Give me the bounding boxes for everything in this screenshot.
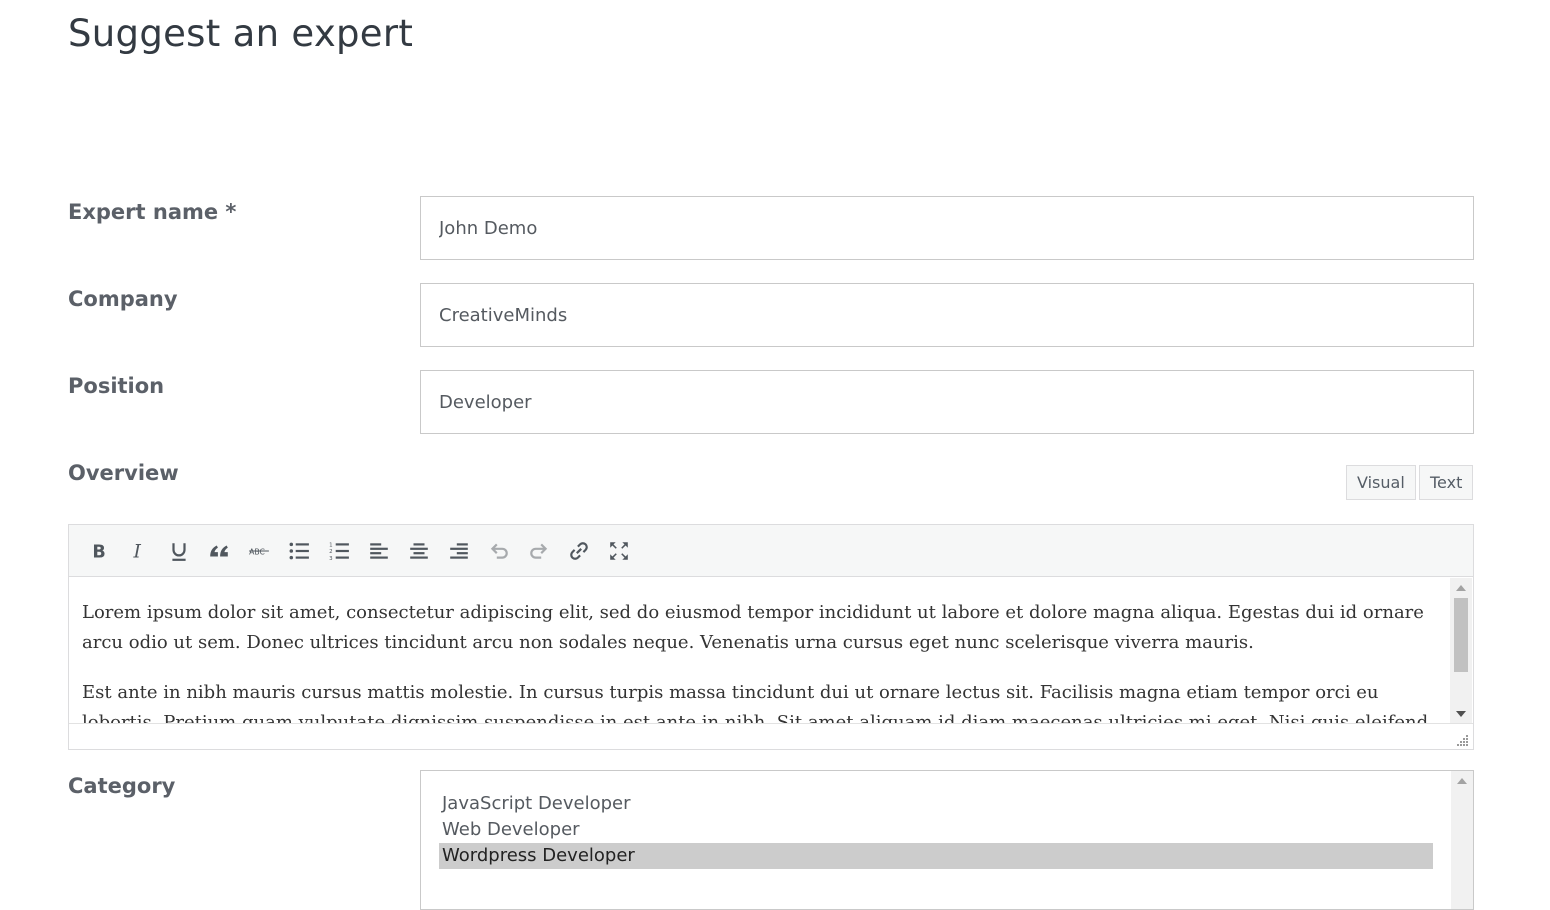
category-option[interactable]: Web Developer — [439, 817, 1433, 843]
undo-icon[interactable] — [479, 531, 519, 571]
underline-icon[interactable] — [159, 531, 199, 571]
scrollbar-thumb[interactable] — [1454, 598, 1468, 672]
overview-paragraph: Lorem ipsum dolor sit amet, consectetur … — [82, 602, 1424, 653]
category-label: Category — [68, 774, 176, 798]
editor-content[interactable]: Lorem ipsum dolor sit amet, consectetur … — [69, 578, 1451, 724]
scroll-up-icon[interactable] — [1456, 585, 1466, 591]
tab-text[interactable]: Text — [1419, 465, 1474, 500]
svg-text:B: B — [92, 542, 105, 561]
blockquote-icon[interactable] — [199, 531, 239, 571]
company-input[interactable] — [420, 283, 1474, 347]
redo-icon[interactable] — [519, 531, 559, 571]
company-label: Company — [68, 287, 178, 311]
scroll-up-icon[interactable] — [1457, 778, 1467, 784]
svg-text:ABC: ABC — [249, 547, 265, 556]
category-scrollbar[interactable] — [1451, 771, 1473, 909]
link-icon[interactable] — [559, 531, 599, 571]
position-label: Position — [68, 374, 165, 398]
svg-text:2: 2 — [329, 549, 333, 555]
category-option-selected[interactable]: Wordpress Developer — [439, 843, 1433, 869]
align-center-icon[interactable] — [399, 531, 439, 571]
position-input[interactable] — [420, 370, 1474, 434]
overview-editor: B I ABC 123 Lorem ipsum dolor sit amet, … — [68, 524, 1474, 750]
category-option[interactable]: JavaScript Developer — [439, 791, 1433, 817]
bold-icon[interactable]: B — [79, 531, 119, 571]
svg-text:I: I — [133, 541, 142, 561]
editor-scrollbar[interactable] — [1450, 578, 1472, 724]
strikethrough-icon[interactable]: ABC — [239, 531, 279, 571]
overview-label: Overview — [68, 461, 179, 485]
category-select[interactable]: JavaScript Developer Web Developer Wordp… — [420, 770, 1474, 910]
numbered-list-icon[interactable]: 123 — [319, 531, 359, 571]
editor-toolbar: B I ABC 123 — [69, 525, 1473, 577]
expert-name-label: Expert name * — [68, 200, 237, 224]
scroll-down-icon[interactable] — [1456, 711, 1466, 717]
svg-text:1: 1 — [329, 542, 333, 548]
expert-name-input[interactable] — [420, 196, 1474, 260]
overview-paragraph: Est ante in nibh mauris cursus mattis mo… — [82, 682, 1429, 724]
editor-statusbar — [69, 723, 1473, 749]
align-left-icon[interactable] — [359, 531, 399, 571]
fullscreen-icon[interactable] — [599, 531, 639, 571]
svg-text:3: 3 — [329, 555, 333, 561]
bullet-list-icon[interactable] — [279, 531, 319, 571]
align-right-icon[interactable] — [439, 531, 479, 571]
tab-visual[interactable]: Visual — [1346, 465, 1416, 500]
category-options: JavaScript Developer Web Developer Wordp… — [439, 791, 1433, 869]
italic-icon[interactable]: I — [119, 531, 159, 571]
resize-grip-icon[interactable] — [1457, 734, 1469, 746]
page-title: Suggest an expert — [68, 12, 414, 55]
